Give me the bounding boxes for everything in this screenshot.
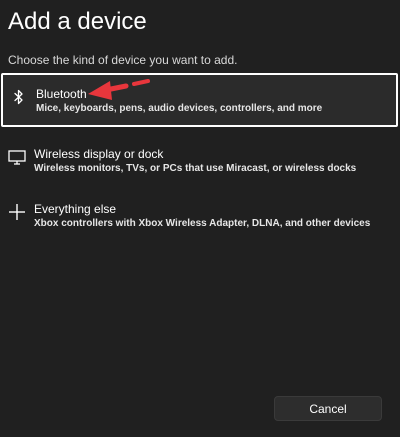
option-bluetooth-description: Mice, keyboards, pens, audio devices, co… [36,103,323,114]
add-device-dialog: Add a device Choose the kind of device y… [0,0,400,437]
option-bluetooth[interactable]: Bluetooth Mice, keyboards, pens, audio d… [1,73,398,127]
option-wireless-display[interactable]: Wireless display or dock Wireless monito… [1,135,398,189]
dialog-title: Add a device [8,8,147,35]
option-bluetooth-name: Bluetooth [36,87,87,101]
red-arrow-icon [88,79,150,100]
monitor-icon [7,147,27,167]
option-wireless-display-name: Wireless display or dock [34,147,164,161]
option-wireless-display-description: Wireless monitors, TVs, or PCs that use … [34,163,357,174]
option-everything-else-description: Xbox controllers with Xbox Wireless Adap… [34,218,371,229]
bluetooth-icon [9,87,29,107]
cancel-button[interactable]: Cancel [274,396,382,421]
option-everything-else-name: Everything else [34,202,117,216]
dialog-subtitle: Choose the kind of device you want to ad… [8,53,238,67]
option-everything-else[interactable]: Everything else Xbox controllers with Xb… [1,190,398,244]
plus-icon [7,202,27,222]
